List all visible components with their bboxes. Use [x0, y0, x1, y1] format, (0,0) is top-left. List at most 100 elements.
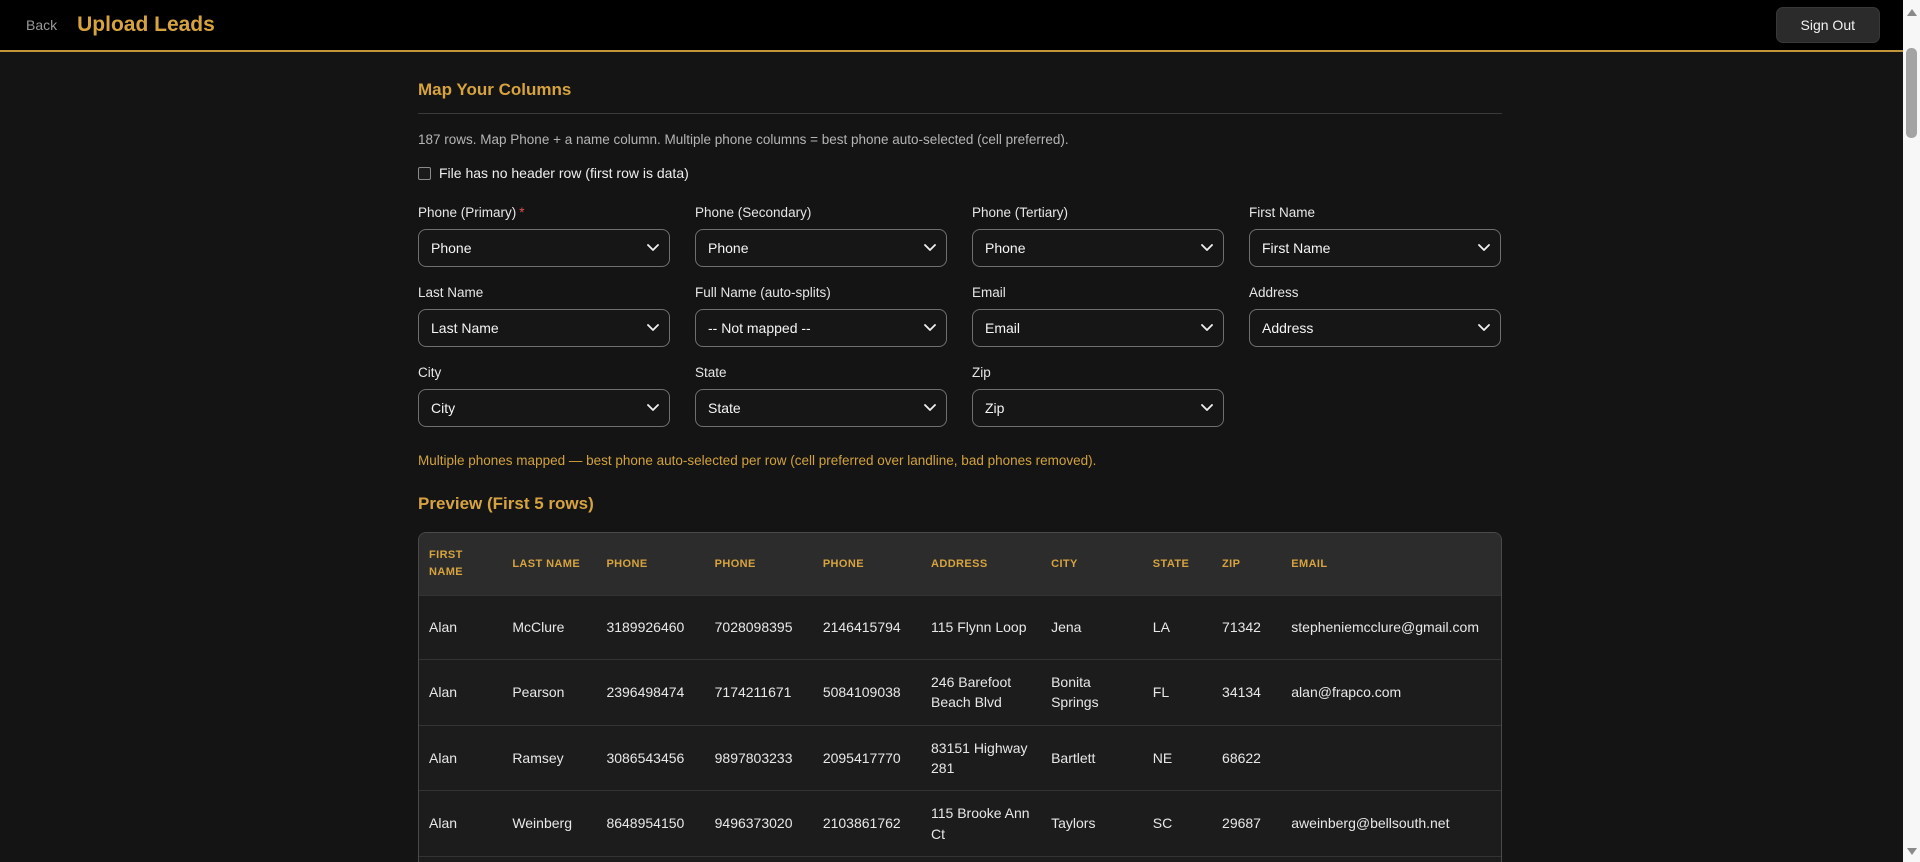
field-full-name: Full Name (auto-splits) -- Not mapped --	[695, 285, 947, 347]
cell-phone-3: 5084109038	[812, 659, 921, 726]
cell-zip: 71342	[1212, 595, 1282, 660]
cell-state	[1142, 855, 1213, 862]
cell-address: 115 Flynn Loop	[921, 595, 1042, 660]
field-address: Address Address	[1249, 285, 1501, 347]
select-wrap: Phone	[695, 229, 947, 267]
cell-phone-1: 3189926460	[596, 595, 705, 660]
topbar: Back Upload Leads Sign Out	[0, 0, 1920, 52]
scrollbar-thumb[interactable]	[1906, 48, 1917, 138]
field-first-name: First Name First Name	[1249, 205, 1501, 267]
field-label-text: Phone (Primary)	[418, 205, 517, 220]
cell-zip	[1212, 855, 1282, 862]
cell-city: Taylors	[1041, 790, 1143, 857]
sign-out-button[interactable]: Sign Out	[1775, 7, 1880, 43]
back-link[interactable]: Back	[26, 17, 57, 33]
email-select[interactable]: Email	[972, 309, 1224, 347]
cell-city: Bonita Springs	[1041, 659, 1143, 726]
no-header-checkbox-label[interactable]: File has no header row (first row is dat…	[439, 165, 689, 181]
col-header-state: State	[1142, 533, 1213, 596]
cell-phone-3: 2095417770	[812, 724, 921, 791]
no-header-checkbox[interactable]	[418, 166, 431, 180]
field-state: State State	[695, 365, 947, 427]
cell-last-name: Pearson	[502, 659, 597, 726]
cell-phone-1	[596, 855, 705, 862]
no-header-checkbox-row: File has no header row (first row is dat…	[418, 165, 1502, 181]
state-select[interactable]: State	[695, 389, 947, 427]
col-header-address: Address	[921, 533, 1042, 596]
field-phone-secondary: Phone (Secondary) Phone	[695, 205, 947, 267]
vertical-scrollbar[interactable]	[1903, 0, 1920, 862]
field-label: Full Name (auto-splits)	[695, 285, 831, 300]
field-last-name: Last Name Last Name	[418, 285, 670, 347]
cell-email: stepheniemcclure@gmail.com	[1281, 595, 1501, 660]
table-row: Alan Ramsey 3086543456 9897803233 209541…	[419, 724, 1501, 791]
col-header-email: Email	[1281, 533, 1501, 596]
city-select[interactable]: City	[418, 389, 670, 427]
select-wrap: Phone	[418, 229, 670, 267]
cell-phone-2: 7028098395	[704, 595, 813, 660]
first-name-select[interactable]: First Name	[1249, 229, 1501, 267]
cell-phone-3	[812, 855, 921, 862]
field-label: State	[695, 365, 727, 380]
table-row: Alan Weinberg 8648954150 9496373020 2103…	[419, 790, 1501, 857]
select-wrap: State	[695, 389, 947, 427]
zip-select[interactable]: Zip	[972, 389, 1224, 427]
select-wrap: City	[418, 389, 670, 427]
select-wrap: Email	[972, 309, 1224, 347]
col-header-last-name: Last Name	[502, 533, 597, 596]
cell-phone-2: 9897803233	[704, 724, 813, 791]
select-wrap: Zip	[972, 389, 1224, 427]
cell-last-name: Ramsey	[502, 724, 597, 791]
cell-phone-1: 8648954150	[596, 790, 705, 857]
col-header-first-name: First Name	[419, 533, 503, 596]
cell-last-name	[502, 855, 597, 862]
scroll-down-arrow-icon[interactable]	[1903, 843, 1920, 860]
address-select[interactable]: Address	[1249, 309, 1501, 347]
table-row: Alan Pearson 2396498474 7174211671 50841…	[419, 659, 1501, 726]
field-label: Zip	[972, 365, 991, 380]
field-label: Address	[1249, 285, 1299, 300]
phone-primary-select[interactable]: Phone	[418, 229, 670, 267]
full-name-select[interactable]: -- Not mapped --	[695, 309, 947, 347]
select-wrap: First Name	[1249, 229, 1501, 267]
cell-email: alan@frapco.com	[1281, 659, 1501, 726]
field-city: City City	[418, 365, 670, 427]
field-label: Phone (Tertiary)	[972, 205, 1069, 220]
cell-first-name	[419, 855, 503, 862]
phone-tertiary-select[interactable]: Phone	[972, 229, 1224, 267]
cell-first-name: Alan	[419, 724, 503, 791]
cell-email: aweinberg@bellsouth.net	[1281, 790, 1501, 857]
cell-phone-2: 9496373020	[704, 790, 813, 857]
col-header-phone-1: Phone	[596, 533, 705, 596]
table-row: Alan McClure 3189926460 7028098395 21464…	[419, 595, 1501, 660]
select-wrap: Address	[1249, 309, 1501, 347]
cell-phone-3: 2103861762	[812, 790, 921, 857]
cell-phone-1: 3086543456	[596, 724, 705, 791]
cell-city	[1041, 855, 1143, 862]
cell-zip: 68622	[1212, 724, 1282, 791]
cell-last-name: McClure	[502, 595, 597, 660]
multi-phone-note: Multiple phones mapped — best phone auto…	[418, 453, 1097, 468]
table-row: 6142	[419, 855, 1501, 862]
phone-secondary-select[interactable]: Phone	[695, 229, 947, 267]
last-name-select[interactable]: Last Name	[418, 309, 670, 347]
col-header-zip: Zip	[1212, 533, 1282, 596]
table-header-row: First Name Last Name Phone Phone Phone A…	[419, 533, 1501, 596]
column-mapping-grid: Phone (Primary) * Phone Phone (Secondary)…	[418, 205, 1502, 427]
main-content: Map Your Columns 187 rows. Map Phone + a…	[418, 52, 1502, 862]
scroll-up-arrow-icon[interactable]	[1903, 4, 1920, 21]
cell-city: Jena	[1041, 595, 1143, 660]
field-label: City	[418, 365, 442, 380]
col-header-city: City	[1041, 533, 1143, 596]
cell-last-name: Weinberg	[502, 790, 597, 857]
field-label: Phone (Primary) *	[418, 205, 670, 220]
cell-address: 115 Brooke Ann Ct	[921, 790, 1042, 857]
field-zip: Zip Zip	[972, 365, 1224, 427]
field-phone-primary: Phone (Primary) * Phone	[418, 205, 670, 267]
cell-phone-2: 7174211671	[704, 659, 813, 726]
field-label: Last Name	[418, 285, 484, 300]
col-header-phone-3: Phone	[812, 533, 921, 596]
cell-first-name: Alan	[419, 659, 503, 726]
cell-zip: 29687	[1212, 790, 1282, 857]
field-email: Email Email	[972, 285, 1224, 347]
